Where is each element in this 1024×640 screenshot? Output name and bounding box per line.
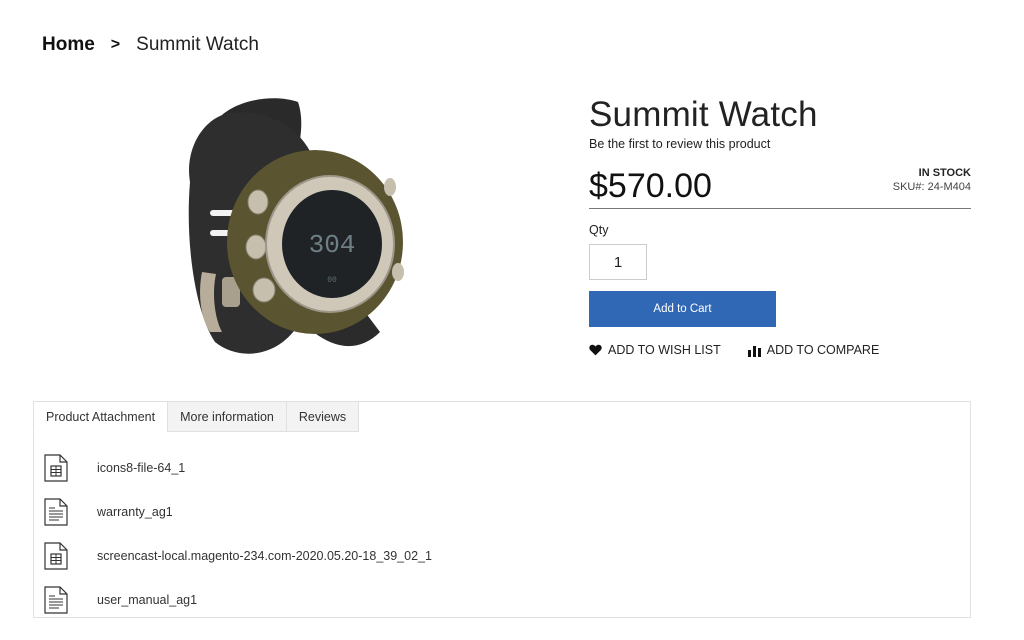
breadcrumb: Home > Summit Watch bbox=[42, 34, 259, 56]
breadcrumb-home-link[interactable]: Home bbox=[42, 34, 95, 56]
heart-icon bbox=[589, 344, 602, 356]
qty-input[interactable] bbox=[589, 244, 647, 280]
compare-label: ADD TO COMPARE bbox=[766, 343, 880, 357]
add-to-wishlist-link[interactable]: ADD TO WISH LIST bbox=[589, 343, 721, 357]
product-sku: SKU#: 24-M404 bbox=[892, 181, 971, 193]
tab-reviews[interactable]: Reviews bbox=[285, 401, 360, 432]
bar-chart-icon bbox=[747, 345, 761, 357]
stock-block: IN STOCK SKU#: 24-M404 bbox=[893, 167, 971, 193]
attachments-list: icons8-file-64_1 warranty_ag1 screencast… bbox=[44, 446, 432, 622]
attachment-item[interactable]: user_manual_ag1 bbox=[44, 578, 432, 622]
tab-list: Product Attachment More information Revi… bbox=[33, 401, 360, 432]
attachment-name[interactable]: icons8-file-64_1 bbox=[97, 461, 185, 475]
product-actions: ADD TO WISH LIST ADD TO COMPARE bbox=[589, 343, 971, 357]
product-info: Summit Watch Be the first to review this… bbox=[589, 96, 971, 357]
product-image[interactable]: 304 00 bbox=[180, 92, 410, 364]
video-file-icon bbox=[44, 542, 68, 570]
attachment-item[interactable]: warranty_ag1 bbox=[44, 490, 432, 534]
qty-label: Qty bbox=[589, 223, 609, 237]
tab-more-information[interactable]: More information bbox=[167, 401, 287, 432]
product-price: $570.00 bbox=[589, 167, 712, 205]
product-tabs: Product Attachment More information Revi… bbox=[33, 401, 971, 618]
review-link[interactable]: Be the first to review this product bbox=[589, 137, 770, 151]
svg-text:00: 00 bbox=[327, 276, 337, 285]
document-file-icon bbox=[44, 498, 68, 526]
video-file-icon bbox=[44, 454, 68, 482]
add-to-compare-link[interactable]: ADD TO COMPARE bbox=[747, 343, 880, 357]
attachment-name[interactable]: user_manual_ag1 bbox=[97, 593, 197, 607]
product-title: Summit Watch bbox=[589, 95, 818, 134]
price-row: $570.00 IN STOCK SKU#: 24-M404 bbox=[589, 161, 971, 209]
stock-status: IN STOCK bbox=[918, 167, 971, 179]
svg-text:304: 304 bbox=[309, 230, 356, 260]
tab-product-attachment[interactable]: Product Attachment bbox=[33, 401, 169, 432]
attachment-name[interactable]: screencast-local.magento-234.com-2020.05… bbox=[97, 549, 432, 563]
document-file-icon bbox=[44, 586, 68, 614]
attachment-item[interactable]: icons8-file-64_1 bbox=[44, 446, 432, 490]
attachment-item[interactable]: screencast-local.magento-234.com-2020.05… bbox=[44, 534, 432, 578]
add-to-cart-button[interactable]: Add to Cart bbox=[589, 291, 776, 327]
wishlist-label: ADD TO WISH LIST bbox=[608, 343, 721, 357]
watch-image: 304 00 bbox=[188, 98, 404, 354]
breadcrumb-current: Summit Watch bbox=[136, 34, 259, 55]
attachment-name[interactable]: warranty_ag1 bbox=[97, 505, 173, 519]
breadcrumb-separator: > bbox=[110, 36, 121, 53]
